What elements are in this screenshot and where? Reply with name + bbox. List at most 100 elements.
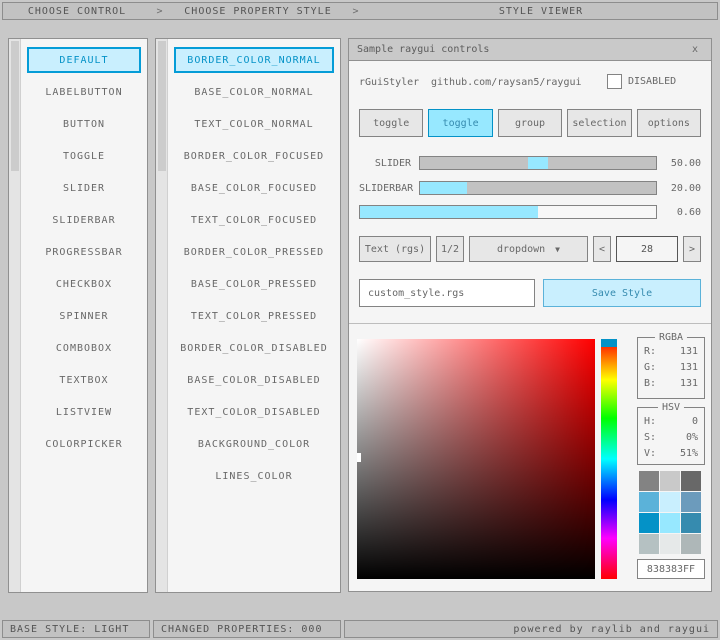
toggle-button[interactable]: selection bbox=[567, 109, 631, 137]
dropdown-label: dropdown bbox=[497, 244, 545, 255]
hsv-title: HSV bbox=[658, 402, 684, 413]
property-item[interactable]: BASE_COLOR_NORMAL bbox=[174, 79, 334, 105]
list-item-button[interactable]: BUTTON bbox=[27, 111, 141, 137]
disabled-checkbox-group[interactable]: DISABLED bbox=[607, 72, 676, 90]
half-button[interactable]: 1/2 bbox=[436, 236, 464, 262]
toggle-button[interactable]: options bbox=[637, 109, 701, 137]
list-item-sliderbar[interactable]: SLIDERBAR bbox=[27, 207, 141, 233]
scrollbar-thumb[interactable] bbox=[11, 41, 19, 171]
property-item[interactable]: TEXT_COLOR_FOCUSED bbox=[174, 207, 334, 233]
rgba-groupbox: RGBA R:131 G:131 B:131 bbox=[637, 337, 705, 399]
property-item[interactable]: TEXT_COLOR_NORMAL bbox=[174, 111, 334, 137]
toggle-button[interactable]: group bbox=[498, 109, 562, 137]
repo-link[interactable]: github.com/raysan5/raygui bbox=[431, 77, 582, 88]
spinner-value-box[interactable]: 28 bbox=[616, 236, 678, 262]
controls-scrollbar[interactable] bbox=[9, 39, 21, 592]
spinner-increment-button[interactable]: > bbox=[683, 236, 701, 262]
style-color-swatch[interactable] bbox=[639, 513, 659, 533]
property-item[interactable]: TEXT_COLOR_DISABLED bbox=[174, 399, 334, 425]
toggle-button[interactable]: toggle bbox=[359, 109, 423, 137]
slider-knob[interactable] bbox=[528, 157, 548, 169]
style-color-swatch[interactable] bbox=[639, 492, 659, 512]
hsv-s-label: S: bbox=[644, 430, 656, 446]
step-choose-property-style: CHOOSE PROPERTY STYLE bbox=[169, 6, 347, 17]
list-item-listview[interactable]: LISTVIEW bbox=[27, 399, 141, 425]
style-color-swatch[interactable] bbox=[681, 471, 701, 491]
rgba-g-label: G: bbox=[644, 360, 656, 376]
disabled-checkbox[interactable] bbox=[607, 74, 622, 89]
hsv-h-label: H: bbox=[644, 414, 656, 430]
properties-scrollbar[interactable] bbox=[156, 39, 168, 592]
hex-color-textbox[interactable]: 838383FF bbox=[637, 559, 705, 579]
rguistyler-app: CHOOSE CONTROL > CHOOSE PROPERTY STYLE >… bbox=[0, 0, 720, 640]
property-item[interactable]: TEXT_COLOR_PRESSED bbox=[174, 303, 334, 329]
slider-track[interactable] bbox=[419, 156, 657, 170]
style-color-swatch[interactable] bbox=[639, 534, 659, 554]
property-item[interactable]: BASE_COLOR_DISABLED bbox=[174, 367, 334, 393]
list-item-toggle[interactable]: TOGGLE bbox=[27, 143, 141, 169]
style-color-swatch[interactable] bbox=[681, 492, 701, 512]
sliderbar-row: SLIDERBAR 20.00 bbox=[359, 181, 701, 195]
list-item-colorpicker[interactable]: COLORPICKER bbox=[27, 431, 141, 457]
save-style-button[interactable]: Save Style bbox=[543, 279, 701, 307]
sliderbar-value: 20.00 bbox=[657, 183, 701, 194]
window-titlebar[interactable]: Sample raygui controls x bbox=[349, 39, 711, 61]
progressbar-value: 0.60 bbox=[657, 207, 701, 218]
hsv-h-value: 0 bbox=[692, 414, 698, 430]
style-color-swatch[interactable] bbox=[681, 534, 701, 554]
step-choose-control: CHOOSE CONTROL bbox=[3, 6, 151, 17]
property-item[interactable]: BACKGROUND_COLOR bbox=[174, 431, 334, 457]
disabled-checkbox-label: DISABLED bbox=[628, 76, 676, 87]
property-item[interactable]: BASE_COLOR_PRESSED bbox=[174, 271, 334, 297]
slider-value: 50.00 bbox=[657, 158, 701, 169]
progressbar-fill bbox=[360, 206, 538, 218]
style-color-grid bbox=[639, 471, 701, 554]
property-item[interactable]: BORDER_COLOR_PRESSED bbox=[174, 239, 334, 265]
hsv-groupbox: HSV H:0 S:0% V:51% bbox=[637, 407, 705, 465]
rgba-b-label: B: bbox=[644, 376, 656, 392]
property-item[interactable]: BORDER_COLOR_FOCUSED bbox=[174, 143, 334, 169]
step-style-viewer: STYLE VIEWER bbox=[365, 6, 717, 17]
style-color-swatch[interactable] bbox=[660, 513, 680, 533]
toggle-button-active[interactable]: toggle bbox=[428, 109, 492, 137]
spinner-decrement-button[interactable]: < bbox=[593, 236, 611, 262]
list-item-checkbox[interactable]: CHECKBOX bbox=[27, 271, 141, 297]
rgba-b-value: 131 bbox=[680, 376, 698, 392]
rgba-r-value: 131 bbox=[680, 344, 698, 360]
chevron-down-icon: ▼ bbox=[555, 245, 560, 254]
list-item-slider[interactable]: SLIDER bbox=[27, 175, 141, 201]
style-color-swatch[interactable] bbox=[639, 471, 659, 491]
property-item[interactable]: LINES_COLOR bbox=[174, 463, 334, 489]
controls-list-panel: DEFAULT LABELBUTTON BUTTON TOGGLE SLIDER… bbox=[8, 38, 148, 593]
sliderbar-label: SLIDERBAR bbox=[359, 183, 419, 194]
scrollbar-thumb[interactable] bbox=[158, 41, 166, 171]
style-color-swatch[interactable] bbox=[660, 534, 680, 554]
list-item-labelbutton[interactable]: LABELBUTTON bbox=[27, 79, 141, 105]
filename-input[interactable] bbox=[359, 279, 535, 307]
hue-bar[interactable] bbox=[601, 339, 617, 579]
color-cursor[interactable] bbox=[357, 453, 361, 462]
text-rgs-button[interactable]: Text (rgs) bbox=[359, 236, 431, 262]
progressbar-row: 0.60 bbox=[359, 205, 701, 219]
color-saturation-value-panel[interactable] bbox=[357, 339, 595, 579]
list-item-spinner[interactable]: SPINNER bbox=[27, 303, 141, 329]
list-item-combobox[interactable]: COMBOBOX bbox=[27, 335, 141, 361]
property-item[interactable]: BORDER_COLOR_DISABLED bbox=[174, 335, 334, 361]
list-item-textbox[interactable]: TEXTBOX bbox=[27, 367, 141, 393]
breadcrumb: CHOOSE CONTROL > CHOOSE PROPERTY STYLE >… bbox=[2, 2, 718, 20]
window-title: Sample raygui controls bbox=[357, 44, 687, 55]
slider-label: SLIDER bbox=[359, 158, 419, 169]
dropdown-box[interactable]: dropdown ▼ bbox=[469, 236, 588, 262]
list-item-progressbar[interactable]: PROGRESSBAR bbox=[27, 239, 141, 265]
property-item[interactable]: BASE_COLOR_FOCUSED bbox=[174, 175, 334, 201]
style-color-swatch[interactable] bbox=[681, 513, 701, 533]
hsv-v-value: 51% bbox=[680, 446, 698, 462]
sliderbar-track[interactable] bbox=[419, 181, 657, 195]
list-item-default[interactable]: DEFAULT bbox=[27, 47, 141, 73]
property-item[interactable]: BORDER_COLOR_NORMAL bbox=[174, 47, 334, 73]
style-color-swatch[interactable] bbox=[660, 492, 680, 512]
hue-handle[interactable] bbox=[601, 339, 617, 347]
close-icon[interactable]: x bbox=[687, 42, 703, 58]
properties-list-panel: BORDER_COLOR_NORMAL BASE_COLOR_NORMAL TE… bbox=[155, 38, 341, 593]
style-color-swatch[interactable] bbox=[660, 471, 680, 491]
